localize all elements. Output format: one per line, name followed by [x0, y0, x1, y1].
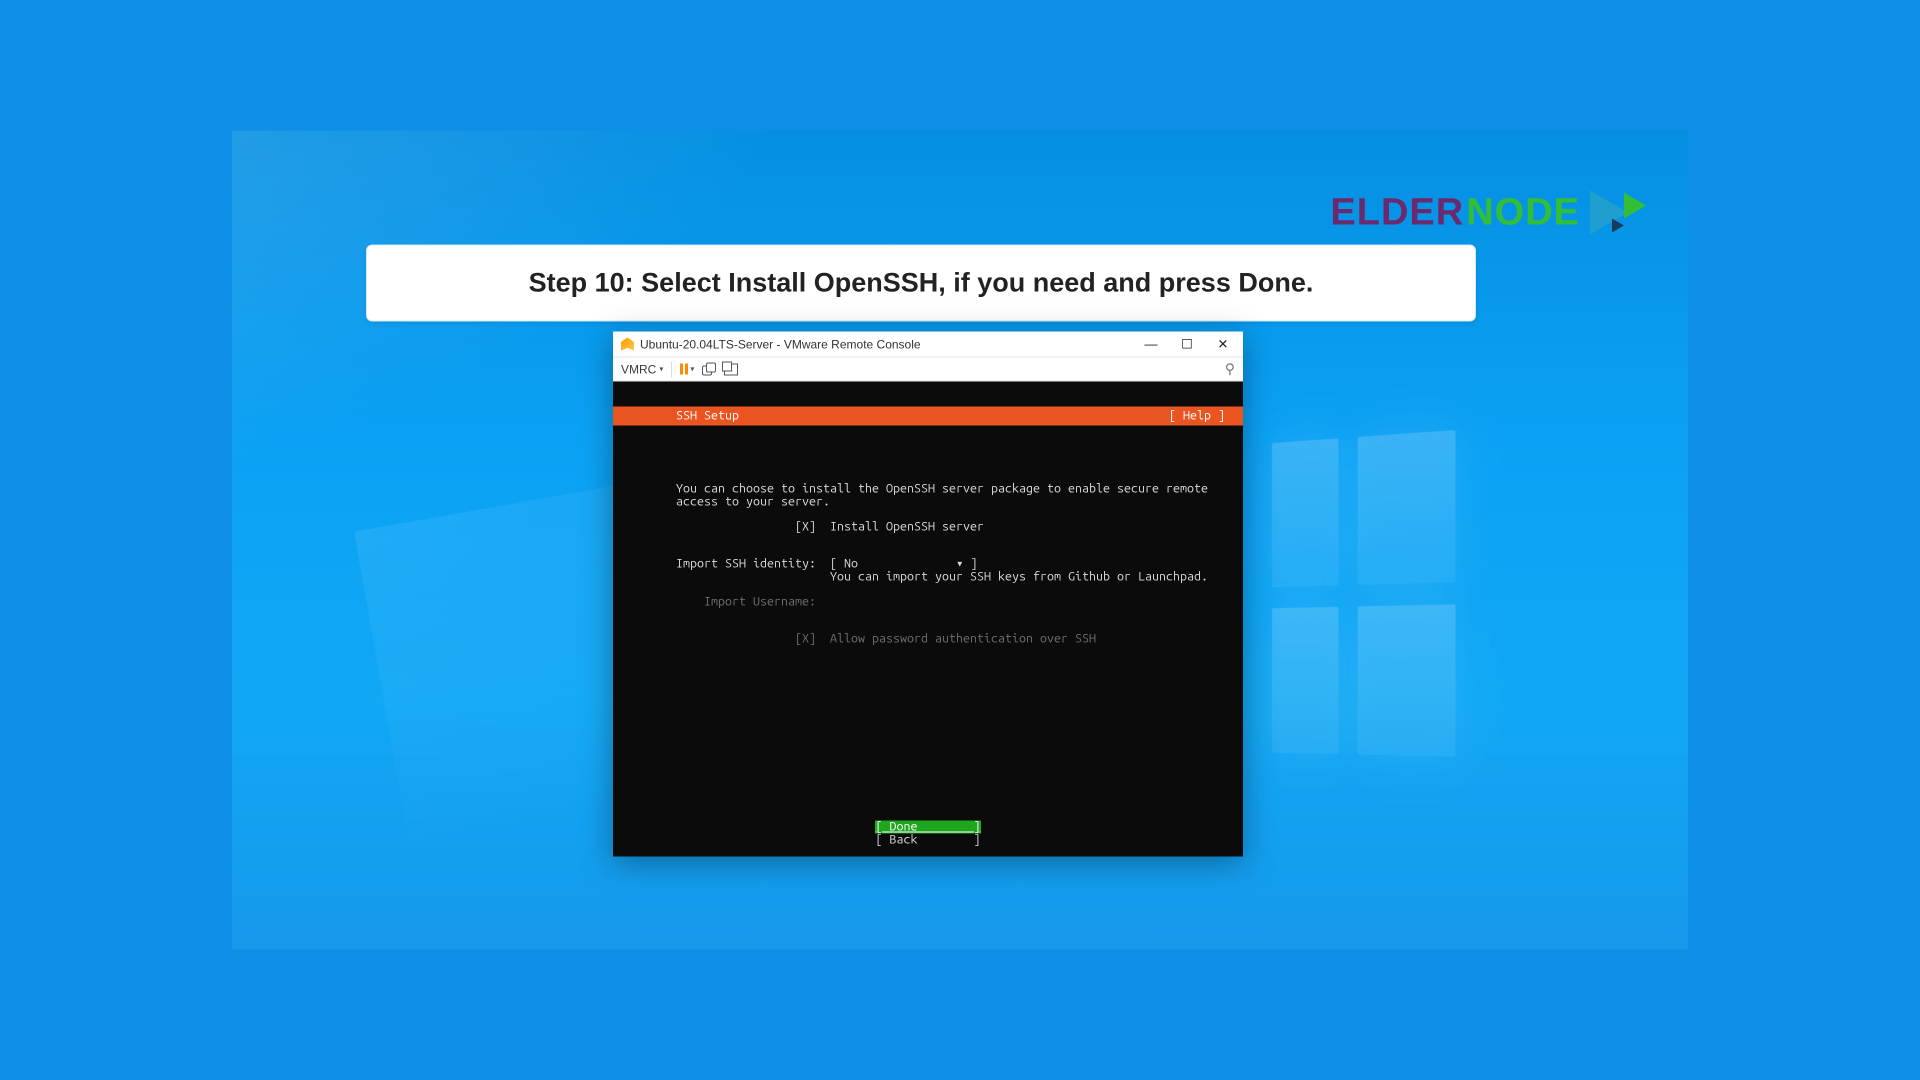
brand-logo: ELDER NODE: [1330, 189, 1648, 237]
window-title: Ubuntu-20.04LTS-Server - VMware Remote C…: [640, 337, 921, 351]
pause-icon: [680, 364, 688, 375]
window-titlebar[interactable]: Ubuntu-20.04LTS-Server - VMware Remote C…: [613, 332, 1243, 357]
brand-text-elder: ELDER: [1330, 191, 1464, 234]
import-identity-label: Import SSH identity:: [676, 557, 816, 571]
pin-toolbar-button[interactable]: ⚲: [1225, 361, 1235, 378]
vmrc-window: Ubuntu-20.04LTS-Server - VMware Remote C…: [613, 332, 1243, 857]
close-button[interactable]: ✕: [1205, 332, 1241, 357]
vmrc-app-icon: [621, 338, 634, 351]
installer-console[interactable]: SSH Setup [ Help ] You can choose to ins…: [613, 382, 1243, 857]
maximize-button[interactable]: ☐: [1169, 332, 1205, 357]
installer-header: SSH Setup [ Help ]: [613, 407, 1243, 426]
help-button[interactable]: [ Help ]: [1169, 410, 1225, 423]
send-ctrl-alt-del-button[interactable]: [702, 363, 716, 375]
instruction-banner: Step 10: Select Install OpenSSH, if you …: [366, 245, 1476, 322]
vmrc-menu-button[interactable]: VMRC ▾: [621, 362, 663, 376]
instruction-text: Step 10: Select Install OpenSSH, if you …: [529, 268, 1314, 299]
allow-password-label: Allow password authentication over SSH: [830, 632, 1096, 646]
import-identity-hint: You can import your SSH keys from Github…: [830, 569, 1208, 583]
brand-play-icon: [1584, 189, 1648, 237]
brand-text-node: NODE: [1466, 191, 1580, 234]
allow-password-checkbox[interactable]: [X]: [795, 632, 816, 646]
pause-button[interactable]: ▾: [680, 364, 694, 375]
import-username-label: Import Username:: [704, 594, 816, 608]
vmrc-toolbar: VMRC ▾ ▾ ⚲: [613, 357, 1243, 382]
install-openssh-label: Install OpenSSH server: [830, 519, 984, 533]
caret-down-icon: ▾: [659, 365, 663, 374]
caret-down-icon: ▾: [690, 365, 694, 374]
minimize-button[interactable]: —: [1133, 332, 1169, 357]
back-button[interactable]: [ Back ]: [875, 833, 980, 846]
installer-title: SSH Setup: [676, 410, 739, 423]
windows-logo-icon: [1272, 416, 1644, 733]
intro-line-2: access to your server.: [676, 494, 830, 508]
vmrc-menu-label: VMRC: [621, 362, 656, 376]
done-button[interactable]: [ Done ]: [875, 821, 980, 834]
fullscreen-button[interactable]: [724, 363, 738, 375]
install-openssh-checkbox[interactable]: [X]: [795, 519, 816, 533]
